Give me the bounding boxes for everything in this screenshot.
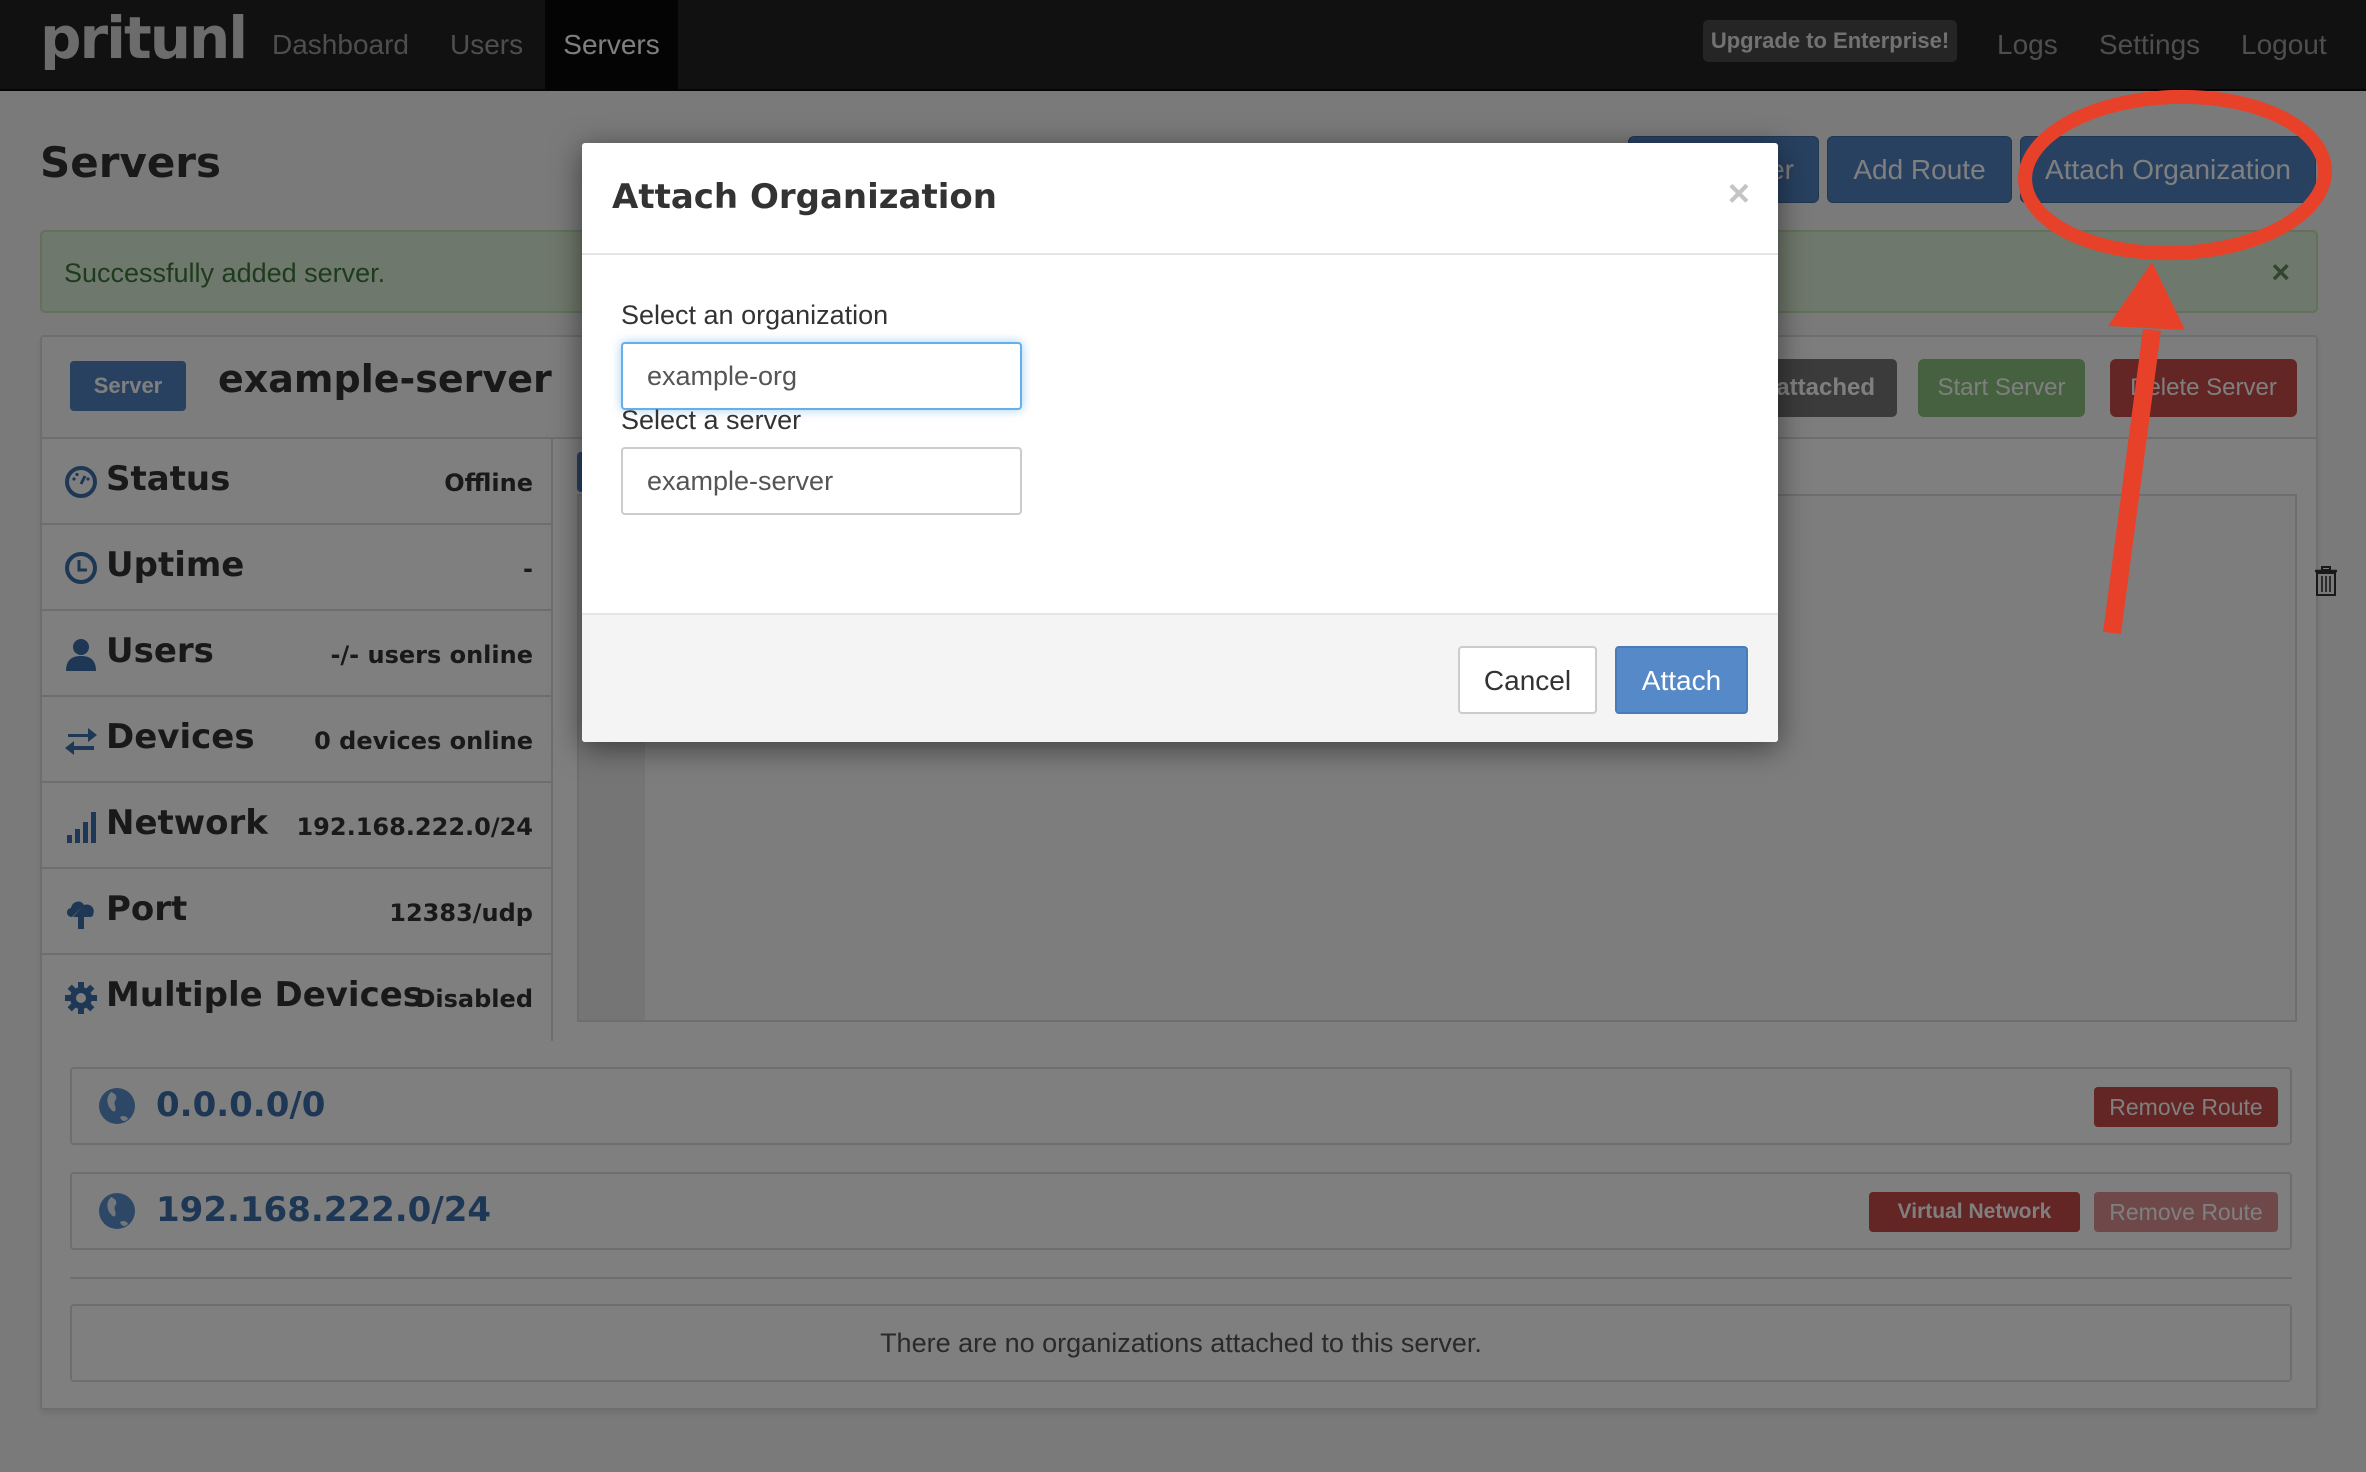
close-icon[interactable]: × bbox=[1728, 173, 1750, 216]
server-select[interactable]: example-server bbox=[621, 447, 1022, 515]
modal-footer: Cancel Attach bbox=[582, 613, 1778, 742]
cancel-button[interactable]: Cancel bbox=[1458, 646, 1597, 714]
modal-title: Attach Organization bbox=[612, 177, 997, 217]
modal-body: Select an organization example-org Selec… bbox=[582, 255, 1778, 613]
attach-button[interactable]: Attach bbox=[1615, 646, 1748, 714]
modal-header: Attach Organization × bbox=[582, 143, 1778, 255]
organization-field-label: Select an organization bbox=[621, 300, 889, 330]
attach-organization-modal: Attach Organization × Select an organiza… bbox=[582, 143, 1778, 742]
server-field-label: Select a server bbox=[621, 405, 802, 435]
organization-select[interactable]: example-org bbox=[621, 342, 1022, 410]
